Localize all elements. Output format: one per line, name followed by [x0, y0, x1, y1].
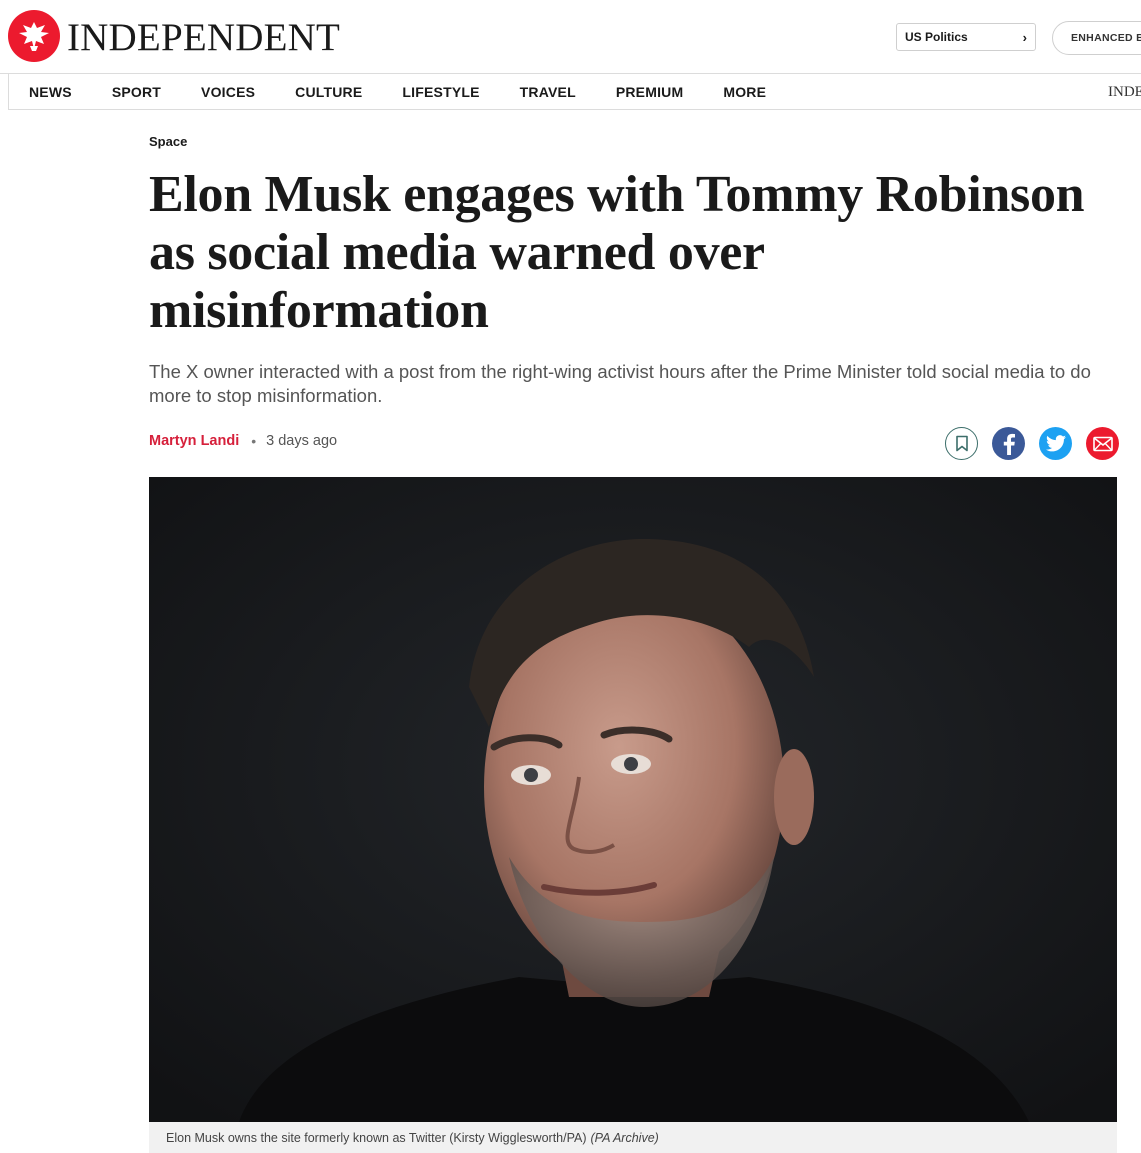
share-buttons: [945, 427, 1119, 460]
enhanced-by-label: ENHANCED BY: [1071, 32, 1141, 44]
image-caption: Elon Musk owns the site formerly known a…: [149, 1122, 1117, 1153]
nav-edge-wordmark[interactable]: INDEPENDENT: [1108, 74, 1141, 110]
bookmark-icon: [955, 435, 968, 452]
nav-item-premium[interactable]: PREMIUM: [616, 84, 684, 100]
email-share-button[interactable]: [1086, 427, 1119, 460]
enhanced-by-badge[interactable]: ENHANCED BY: [1052, 21, 1141, 55]
nav-item-sport[interactable]: SPORT: [112, 84, 161, 100]
caption-credit: (PA Archive): [590, 1130, 659, 1145]
caption-text: Elon Musk owns the site formerly known a…: [166, 1130, 587, 1145]
nav-item-news[interactable]: NEWS: [29, 84, 72, 100]
article-headline: Elon Musk engages with Tommy Robinson as…: [149, 166, 1085, 339]
topic-dropdown-label: US Politics: [905, 30, 968, 44]
main-nav: NEWS SPORT VOICES CULTURE LIFESTYLE TRAV…: [8, 74, 1141, 110]
portrait-photo: [149, 477, 1117, 1122]
nav-item-culture[interactable]: CULTURE: [295, 84, 362, 100]
twitter-icon: [1045, 435, 1066, 452]
bookmark-button[interactable]: [945, 427, 978, 460]
byline: Martyn Landi • 3 days ago: [149, 433, 337, 449]
site-header: INDEPENDENT US Politics › ENHANCED BY: [0, 0, 1141, 74]
author-link[interactable]: Martyn Landi: [149, 433, 239, 449]
section-tag[interactable]: Space: [149, 134, 187, 149]
site-logo[interactable]: INDEPENDENT: [8, 10, 340, 62]
topic-dropdown[interactable]: US Politics ›: [896, 23, 1036, 51]
nav-item-travel[interactable]: TRAVEL: [520, 84, 576, 100]
publish-time: 3 days ago: [266, 433, 338, 449]
article-main-image: [149, 477, 1117, 1122]
nav-item-voices[interactable]: VOICES: [201, 84, 255, 100]
facebook-share-button[interactable]: [992, 427, 1025, 460]
chevron-right-icon: ›: [1022, 29, 1027, 45]
byline-separator: •: [251, 433, 257, 449]
nav-item-lifestyle[interactable]: LIFESTYLE: [402, 84, 479, 100]
email-icon: [1092, 436, 1113, 451]
facebook-icon: [1003, 433, 1015, 455]
twitter-share-button[interactable]: [1039, 427, 1072, 460]
nav-item-more[interactable]: MORE: [723, 84, 766, 100]
article-standfirst: The X owner interacted with a post from …: [149, 361, 1091, 406]
logo-wordmark: INDEPENDENT: [67, 15, 340, 59]
eagle-logo-icon: [8, 10, 60, 62]
